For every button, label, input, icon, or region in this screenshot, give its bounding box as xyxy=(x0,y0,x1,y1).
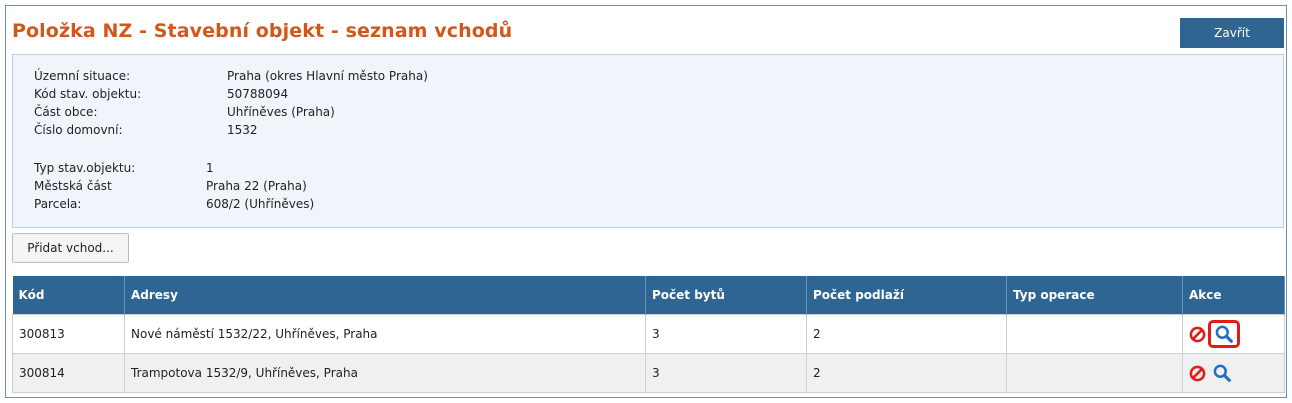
ban-icon[interactable] xyxy=(1189,326,1206,343)
info-label: Část obce: xyxy=(34,105,98,119)
info-value: 50788094 xyxy=(227,87,289,101)
column-header-adresy[interactable]: Adresy xyxy=(124,276,646,315)
cell-typ-operace xyxy=(1006,353,1183,393)
cell-kod: 300813 xyxy=(12,314,125,354)
info-label: Územní situace: xyxy=(34,69,131,83)
cell-typ-operace xyxy=(1006,314,1183,354)
column-header-pocet-podlazi[interactable]: Počet podlaží xyxy=(806,276,1007,315)
info-label: Číslo domovní: xyxy=(34,123,123,137)
info-value: Uhříněves (Praha) xyxy=(227,105,335,119)
info-value: 608/2 (Uhříněves) xyxy=(206,197,315,211)
cell-pocet-bytu: 3 xyxy=(645,353,807,393)
cell-akce xyxy=(1182,353,1285,393)
cell-akce xyxy=(1182,314,1285,354)
cell-adresy: Trampotova 1532/9, Uhříněves, Praha xyxy=(124,353,646,393)
column-header-pocet-bytu[interactable]: Počet bytů xyxy=(645,276,807,315)
dialog-window: Položka NZ - Stavební objekt - seznam vc… xyxy=(5,5,1287,398)
cell-adresy: Nové náměstí 1532/22, Uhříněves, Praha xyxy=(124,314,646,354)
close-button[interactable]: Zavřít xyxy=(1180,18,1284,48)
column-header-kod[interactable]: Kód xyxy=(12,276,125,315)
column-header-typ-operace[interactable]: Typ operace xyxy=(1006,276,1183,315)
add-entrance-button[interactable]: Přidat vchod... xyxy=(12,233,129,263)
info-label: Parcela: xyxy=(34,197,82,211)
column-header-akce: Akce xyxy=(1182,276,1285,315)
table-header-row: Kód Adresy Počet bytů Počet podlaží Typ … xyxy=(12,276,1285,315)
cell-pocet-bytu: 3 xyxy=(645,314,807,354)
info-label: Kód stav. objektu: xyxy=(34,87,142,101)
magnifier-icon[interactable] xyxy=(1208,320,1240,348)
info-value: Praha 22 (Praha) xyxy=(206,179,307,193)
entrances-table: Kód Adresy Počet bytů Počet podlaží Typ … xyxy=(12,276,1285,393)
info-label: Typ stav.objektu: xyxy=(34,161,136,175)
page-title: Položka NZ - Stavební objekt - seznam vc… xyxy=(12,20,513,42)
info-panel: Územní situace: Praha (okres Hlavní měst… xyxy=(12,54,1284,228)
cell-kod: 300814 xyxy=(12,353,125,393)
info-label: Městská část xyxy=(34,179,112,193)
cell-pocet-podlazi: 2 xyxy=(806,353,1007,393)
cell-pocet-podlazi: 2 xyxy=(806,314,1007,354)
info-value: 1 xyxy=(206,161,214,175)
ban-icon[interactable] xyxy=(1189,365,1206,382)
table-row[interactable]: 300814 Trampotova 1532/9, Uhříněves, Pra… xyxy=(12,353,1285,393)
info-value: Praha (okres Hlavní město Praha) xyxy=(227,69,428,83)
table-row[interactable]: 300813 Nové náměstí 1532/22, Uhříněves, … xyxy=(12,314,1285,354)
magnifier-icon[interactable] xyxy=(1209,364,1235,382)
info-value: 1532 xyxy=(227,123,258,137)
